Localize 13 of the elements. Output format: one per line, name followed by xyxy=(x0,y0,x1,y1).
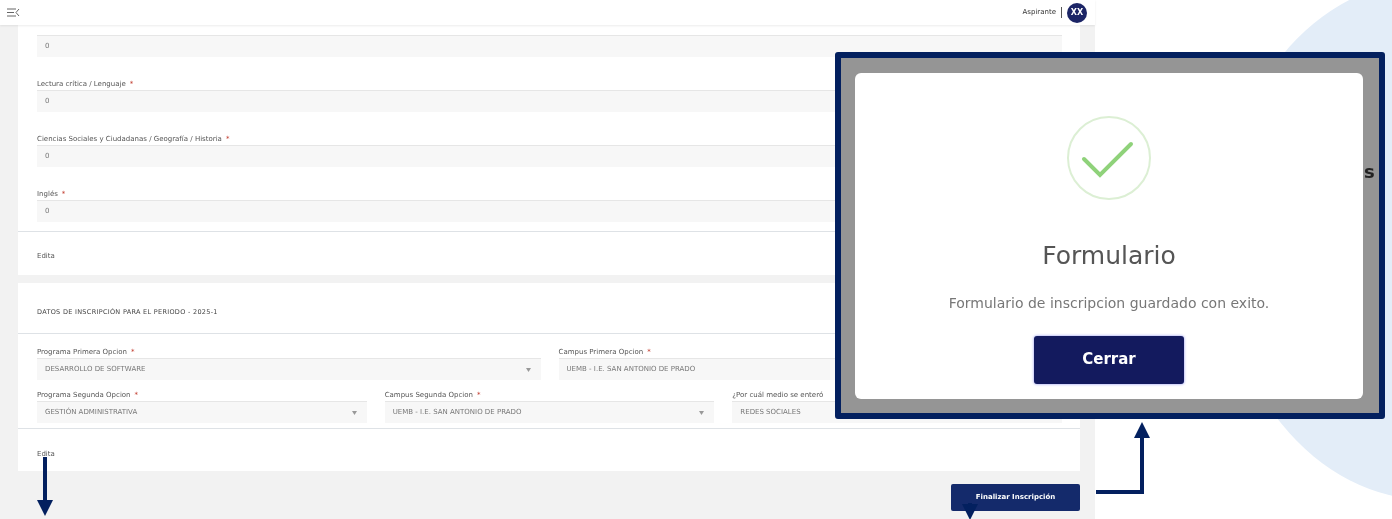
caret-icon xyxy=(525,367,531,372)
background-heading: s xyxy=(1364,160,1375,184)
annotation-arrow xyxy=(962,503,978,519)
annotation-arrow xyxy=(37,457,53,516)
caret-icon xyxy=(699,410,705,415)
dialog-title: Formulario xyxy=(1042,240,1176,272)
close-button[interactable]: Cerrar xyxy=(1034,335,1184,384)
caret-icon xyxy=(351,410,357,415)
dialog-message: Formulario de inscripcion guardado con exito. xyxy=(948,293,1270,313)
menu-icon[interactable] xyxy=(6,7,20,18)
annotation-arrow xyxy=(1096,422,1150,494)
success-check-icon xyxy=(1066,115,1152,201)
user-avatar[interactable]: XX xyxy=(1067,2,1087,23)
